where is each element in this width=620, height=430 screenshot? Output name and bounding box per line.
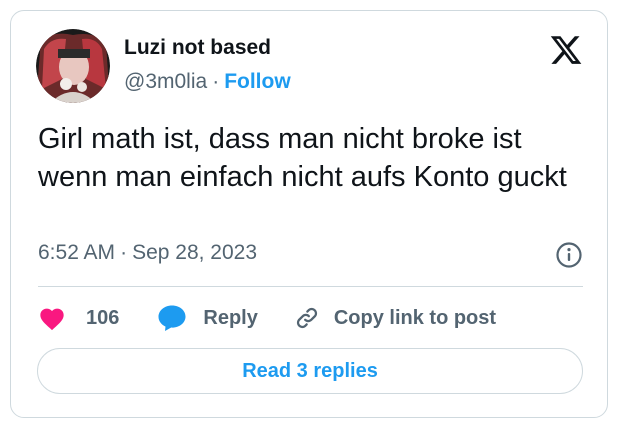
- follow-button[interactable]: Follow: [224, 70, 291, 93]
- timestamp-separator: ·: [120, 241, 128, 264]
- speech-bubble-icon: [158, 305, 186, 331]
- info-icon[interactable]: [555, 241, 583, 269]
- author-display-name[interactable]: Luzi not based: [124, 36, 271, 60]
- link-icon: [296, 307, 317, 329]
- separator-dot: ·: [212, 70, 220, 93]
- copy-link-label: Copy link to post: [333, 306, 497, 329]
- tweet-text: Girl math ist, dass man nicht broke ist …: [38, 123, 567, 193]
- reply-label: Reply: [203, 306, 258, 329]
- heart-icon: [40, 308, 64, 331]
- tweet-card: Luzi not based @3m0lia · Follow Girl math …: [10, 10, 608, 418]
- avatar[interactable]: [36, 29, 110, 103]
- timestamp[interactable]: 6:52 AM · Sep 28, 2023: [38, 241, 257, 265]
- x-logo-icon[interactable]: [549, 33, 583, 67]
- action-bar: 106 Reply Copy link to post: [38, 301, 496, 335]
- like-button[interactable]: 106: [38, 305, 119, 331]
- tweet-time: 6:52 AM: [38, 241, 116, 264]
- author-meta-row: @3m0lia · Follow: [124, 70, 291, 94]
- divider: [38, 286, 583, 287]
- avatar-image: [36, 29, 110, 103]
- read-replies-label: Read 3 replies: [242, 359, 378, 382]
- author-handle[interactable]: @3m0lia: [124, 70, 207, 93]
- reply-button[interactable]: Reply: [157, 304, 258, 332]
- read-replies-button[interactable]: Read 3 replies: [37, 348, 583, 394]
- tweet-date: Sep 28, 2023: [132, 241, 258, 264]
- like-count: 106: [86, 306, 120, 329]
- copy-link-button[interactable]: Copy link to post: [294, 305, 496, 331]
